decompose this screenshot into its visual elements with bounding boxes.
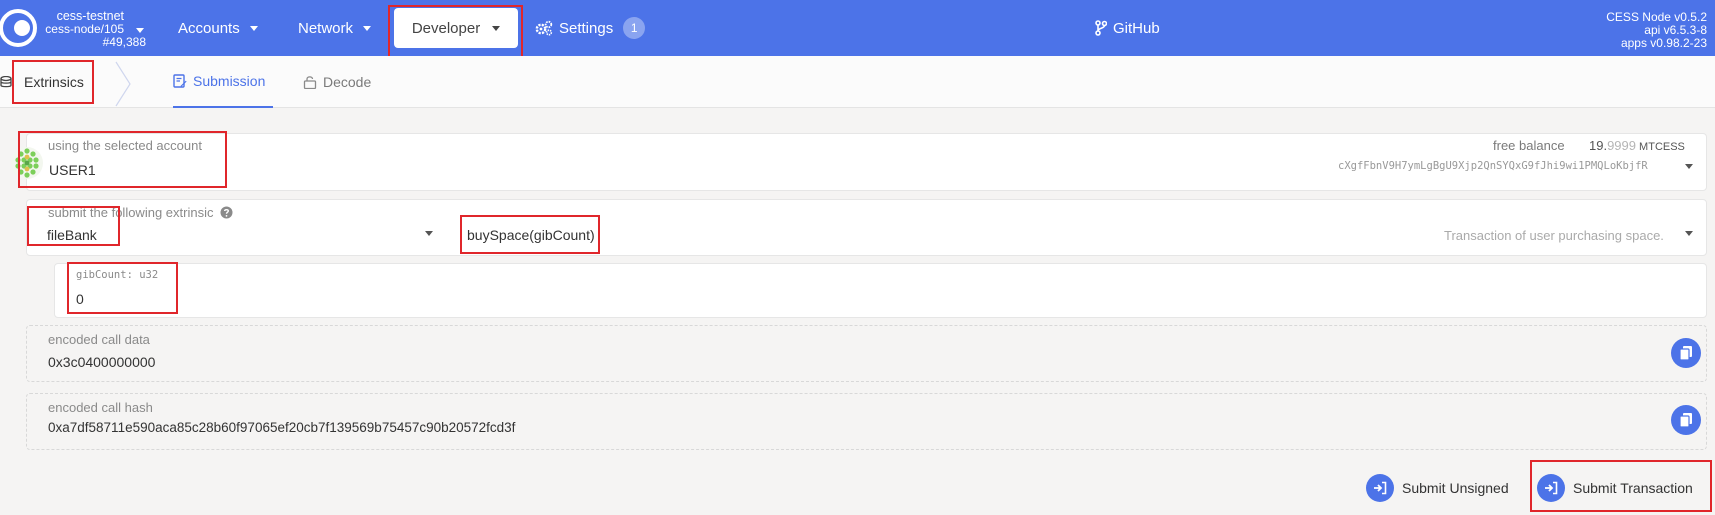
tab-submission-label: Submission (193, 73, 266, 89)
submit-unsigned-label: Submit Unsigned (1402, 480, 1509, 496)
submit-transaction-label: Submit Transaction (1573, 480, 1693, 496)
param-label: gibCount: u32 (76, 269, 159, 281)
lock-open-icon (303, 76, 317, 89)
balance-fraction: 9999 (1607, 138, 1636, 153)
polkadot-logo-icon[interactable] (0, 6, 38, 50)
nav-settings[interactable]: Settings 1 (535, 0, 646, 56)
apps-version: apps v0.98.2-23 (1620, 36, 1707, 50)
method-description: Transaction of user purchasing space. (1444, 228, 1664, 243)
tab-bar: Extrinsics Submission Decode (0, 56, 1715, 108)
nav-network[interactable]: Network (298, 0, 372, 56)
account-address: cXgfFbnV9H7ymLgBgU9Xjp2QnSYQxG9fJhi9wi1P… (1338, 160, 1648, 172)
chain-caret-icon[interactable] (136, 28, 144, 33)
caret-down-icon[interactable] (425, 231, 433, 236)
top-navbar: cess-testnet cess-node/105 #49,388 Accou… (0, 0, 1715, 56)
copy-hash-button[interactable] (1671, 405, 1701, 435)
account-name: USER1 (49, 162, 96, 178)
balance-unit: MTCESS (1636, 141, 1685, 153)
caret-down-icon (249, 25, 258, 31)
nav-github-label: GitHub (1113, 19, 1160, 37)
chevron-right-icon (115, 61, 131, 107)
gears-icon (535, 20, 553, 36)
account-label: using the selected account (48, 138, 202, 153)
question-circle-icon[interactable] (220, 206, 233, 219)
sign-in-icon (1366, 474, 1394, 502)
balance-integer: 19. (1589, 138, 1608, 153)
block-number: #49,388 (102, 35, 146, 49)
caret-down-icon[interactable] (1685, 231, 1693, 236)
nav-developer[interactable]: Developer (394, 8, 518, 48)
method-dropdown[interactable]: buySpace(gibCount) (467, 227, 595, 243)
submit-transaction-button[interactable]: Submit Transaction (1537, 474, 1693, 502)
database-icon (0, 76, 12, 88)
submit-unsigned-button[interactable]: Submit Unsigned (1366, 474, 1509, 502)
nav-accounts-label: Accounts (178, 19, 240, 37)
encoded-hash-label: encoded call hash (48, 400, 153, 415)
encoded-call-data (26, 325, 1707, 382)
caret-down-icon (363, 25, 372, 31)
sign-in-icon (1537, 474, 1565, 502)
tab-submission[interactable]: Submission (173, 56, 274, 108)
tab-decode-label: Decode (323, 74, 372, 90)
section-dropdown[interactable]: fileBank (47, 227, 97, 243)
nav-github[interactable]: GitHub (1095, 0, 1160, 56)
encoded-data-value: 0x3c0400000000 (48, 354, 156, 370)
extrinsic-label: submit the following extrinsic (48, 205, 233, 220)
nav-developer-label: Developer (411, 19, 481, 37)
code-branch-icon (1095, 20, 1107, 36)
tab-decode[interactable]: Decode (303, 56, 371, 108)
edit-document-icon (173, 74, 187, 88)
account-identicon (11, 147, 43, 179)
copy-data-button[interactable] (1671, 338, 1701, 368)
encoded-hash-value: 0xa7df58711e590aca85c28b60f97065ef20cb7f… (48, 420, 516, 435)
notification-badge: 1 (623, 17, 646, 39)
nav-settings-label: Settings (559, 19, 614, 37)
chain-selector[interactable]: cess-testnet cess-node/105 #49,388 (44, 10, 146, 49)
free-balance-value: 19.9999 MTCESS (1589, 138, 1685, 153)
caret-down-icon (492, 25, 501, 31)
version-info: CESS Node v0.5.2 api v6.5.3-8 apps v0.98… (1606, 11, 1707, 50)
nav-network-label: Network (298, 19, 354, 37)
free-balance-label: free balance (1493, 138, 1565, 153)
copy-icon (1679, 413, 1692, 428)
gibcount-input[interactable] (54, 263, 1707, 318)
app-title: Extrinsics (24, 74, 84, 90)
copy-icon (1679, 346, 1692, 361)
caret-down-icon[interactable] (1685, 164, 1693, 169)
encoded-data-label: encoded call data (48, 332, 150, 347)
nav-accounts[interactable]: Accounts (178, 0, 258, 56)
param-value[interactable]: 0 (76, 291, 84, 307)
extrinsic-label-text: submit the following extrinsic (48, 205, 214, 220)
